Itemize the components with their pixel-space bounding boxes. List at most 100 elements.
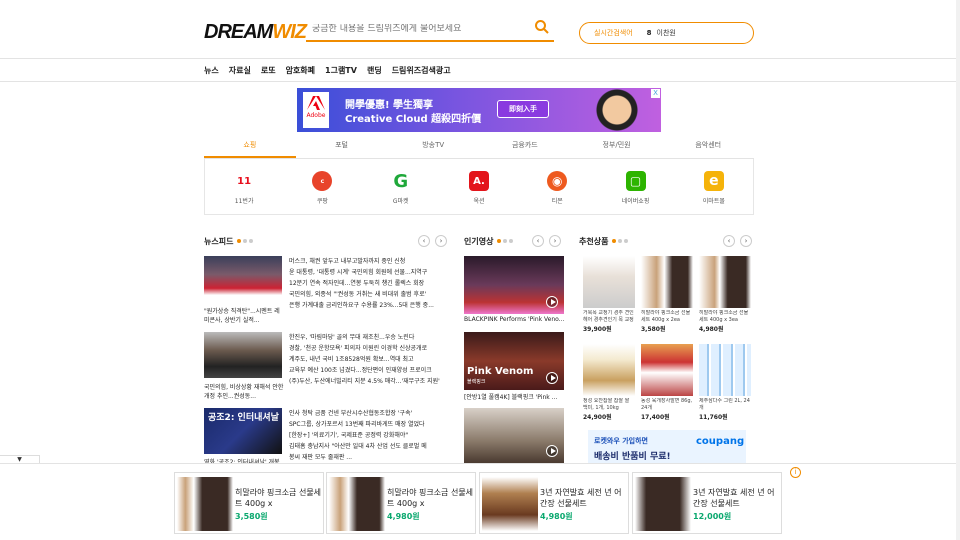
product-price: 11,760원 [699,414,728,421]
news-thumbnail[interactable]: 공조2: 인터내셔날 [204,408,282,454]
shop-emart[interactable]: e 이마트몰 [675,159,753,214]
play-icon[interactable] [546,296,558,308]
news-headline[interactable]: 김태흠 충남지사 "아산만 일대 4차 산업 선도 클로벌 메 [289,441,449,452]
news-list: 한진우, '마림마당' 골의 무대 재조친...우승 노린다 경찰, '천공 운… [289,332,449,387]
product-card[interactable]: 히말라야 핑크소금 선물세트 400g x 3ea 4,980원 [699,256,751,333]
tab-finance[interactable]: 금융카드 [479,137,571,158]
nav-item-crypto[interactable]: 암호화폐 [286,65,315,76]
news-next-button[interactable]: › [435,235,447,247]
news-headline[interactable]: 경찰, '천공 운항모욕' 피의자 이원린 이경학 신상공개로 [289,343,449,354]
product-card[interactable]: 거북목 교정기 경추 견인 헤어 경추견인기 목 교정기 39,900원 [583,256,635,333]
news-headline[interactable]: 한진우, '마림마당' 골의 무대 재조친...우승 노린다 [289,332,449,343]
adobe-banner-ad[interactable]: Adobe 開學優惠! 學生獨享 Creative Cloud 超殺四折價 即刻… [297,88,661,132]
news-headline[interactable]: 국민의힘, 외종석 "'권성동 거취는 새 비대위 출범 후로' [289,289,449,300]
video-section-title: 인기영상 [464,236,494,246]
nav-item-landing[interactable]: 랜딩 [367,65,382,76]
realtime-search-ticker[interactable]: 실시간검색어 8 이찬원 [579,22,754,44]
play-icon[interactable] [546,372,558,384]
search-icon[interactable] [534,19,550,35]
video-thumbnail[interactable]: Pink Venom 블랙핑크 [464,332,564,390]
news-thumb-overlay-text: 공조2: 인터내셔날 [208,413,279,423]
news-caption[interactable]: 국민의힘, 비상상황 재해석 안한 개정 추인...권성동... [204,383,284,401]
nav-item-news[interactable]: 뉴스 [204,65,219,76]
ad-info-icon[interactable]: i [790,467,801,478]
shop-11st[interactable]: 11 11번가 [205,159,283,214]
video-next-button[interactable]: › [549,235,561,247]
product-name: 히말라야 핑크소금 선물세트 400g x 2ea [641,310,691,323]
shop-auction[interactable]: A. 옥션 [440,159,518,214]
bottom-ad-image [177,477,233,531]
page-scrollbar[interactable] [956,0,960,540]
coupang-rocketwow-ad[interactable]: 로켓와우 가입하면 배송비 반품비 무료! coupang [588,430,746,463]
gmarket-icon: G [390,171,411,192]
bottom-ad-card[interactable]: 히말라야 핑크소금 선물세트 400g x 4,980원 [326,472,476,534]
video-overlay-sub: 블랙핑크 [467,379,486,385]
product-price: 3,580원 [641,326,666,333]
ad-close-icon[interactable]: X [651,89,660,98]
product-card[interactable]: 동성 육개장사발면 86g, 24개 17,400원 [641,344,693,421]
banner-cta-button[interactable]: 即刻入手 [497,100,549,118]
nav-item-lotto[interactable]: 로또 [261,65,276,76]
news-headline[interactable]: SPC그룹, 상가포르서 13번째 파리바게뜨 매장 열었다 [289,419,449,430]
dreamwiz-logo[interactable]: DREAMWIZ [204,20,307,44]
product-section-title: 추천상품 [579,236,609,246]
product-pager-dots [612,239,629,243]
search-input[interactable] [306,24,534,34]
play-icon[interactable] [546,445,558,457]
tab-music[interactable]: 음악센터 [662,137,754,158]
news-headline[interactable]: 교육부 예산 100조 넘겼다...정단편이 인재양성 프로이크 [289,365,449,376]
shop-naver[interactable]: ▢ 네이버쇼핑 [596,159,674,214]
shop-gmarket[interactable]: G G마켓 [362,159,440,214]
nav-item-1gramtv[interactable]: 1그램TV [325,65,357,76]
tab-portal[interactable]: 포털 [296,137,388,158]
tab-shopping[interactable]: 쇼핑 [204,137,296,158]
logo-wiz-text: WIZ [272,21,307,43]
news-headline[interactable]: 봉씨 재판 모두 줄재판 ... [289,452,449,463]
news-headline[interactable]: 12분기 연속 적자인데...연봉 두둑히 챙긴 롤렉스 회장 [289,278,449,289]
news-caption[interactable]: "원가상승 직격탄"...시멘트 레미콘사, 상반기 실적... [204,307,284,325]
news-headline[interactable]: 은행 가계대출 금리인하요구 수용률 23%...5대 은행 중... [289,300,449,311]
tab-government[interactable]: 정부/민원 [571,137,663,158]
shop-tmon[interactable]: ◉ 티몬 [518,159,596,214]
product-image [699,256,751,308]
realtime-label: 실시간검색어 [594,29,633,37]
video-pager-dots [497,239,514,243]
news-headline[interactable]: 인사 청탁 금품 건넨 부산시수산협동조합장 '구속' [289,408,449,419]
coupang-brand: coupang [696,436,745,447]
news-thumbnail[interactable] [204,332,282,378]
news-prev-button[interactable]: ‹ [418,235,430,247]
nav-item-downloads[interactable]: 자료실 [229,65,251,76]
realtime-keyword[interactable]: 이찬원 [657,28,676,38]
news-headline[interactable]: 머스크, 채권 앞두고 내부고발자까지 중인 신청 [289,256,449,267]
product-next-button[interactable]: › [740,235,752,247]
product-name: 제주삼다수 그린 2L, 24개 [699,398,750,411]
bottom-ad-image [482,477,538,531]
product-card[interactable]: 정성 요잔찹쌀 찹쌀 쌀 백미, 1개, 10kg 24,900원 [583,344,635,421]
video-thumbnail[interactable] [464,408,564,463]
news-headline[interactable]: 윤 대통령, '대통령 시계' 국민의힘 회원에 선물...지역구 [289,267,449,278]
product-card[interactable]: 제주삼다수 그린 2L, 24개 11,760원 [699,344,751,421]
product-price: 4,980원 [699,326,724,333]
shopping-shortcuts: 11 11번가 c 쿠팡 G G마켓 A. 옥션 ◉ 티몬 ▢ 네이버쇼핑 e 이마트몰 [204,159,754,215]
shop-coupang[interactable]: c 쿠팡 [283,159,361,214]
video-thumbnail[interactable] [464,256,564,314]
video-caption[interactable]: [안방1열 풀캠4K] 블랙핑크 'Pink ... [464,392,564,401]
banner-person-image [587,88,647,132]
product-price: 24,900원 [583,414,612,421]
bottom-ad-card[interactable]: 히말라야 핑크소금 선물세트 400g x 3,580원 [174,472,324,534]
bottom-ad-card[interactable]: 3년 자연발효 세전 년 어간장 선물세트 12,000원 [632,472,782,534]
product-image [641,344,693,396]
news-thumbnail[interactable] [204,256,282,302]
news-headline[interactable]: 계주도, 내년 국비 1조8528억원 확보...역대 최고 [289,354,449,365]
tab-broadcast[interactable]: 방송TV [387,137,479,158]
bottom-ad-card[interactable]: 3년 자연발효 세전 년 어간장 선물세트 4,980원 [479,472,629,534]
product-prev-button[interactable]: ‹ [723,235,735,247]
category-tabs: 쇼핑 포털 방송TV 금융카드 정부/민원 음악센터 [204,137,754,159]
eleven-street-icon: 11 [234,171,255,191]
news-headline[interactable]: [한장+] '의료기기', 국제표준 공정력 강화해야" [289,430,449,441]
news-headline[interactable]: (주)두산, 두산에너빌리티 지분 4.5% 매각...'재무구조 지원' [289,376,449,387]
nav-item-search-ads[interactable]: 드림위즈검색광고 [392,65,451,76]
video-caption[interactable]: BLACKPINK Performs 'Pink Veno... [464,316,564,323]
video-prev-button[interactable]: ‹ [532,235,544,247]
product-card[interactable]: 히말라야 핑크소금 선물세트 400g x 2ea 3,580원 [641,256,693,333]
